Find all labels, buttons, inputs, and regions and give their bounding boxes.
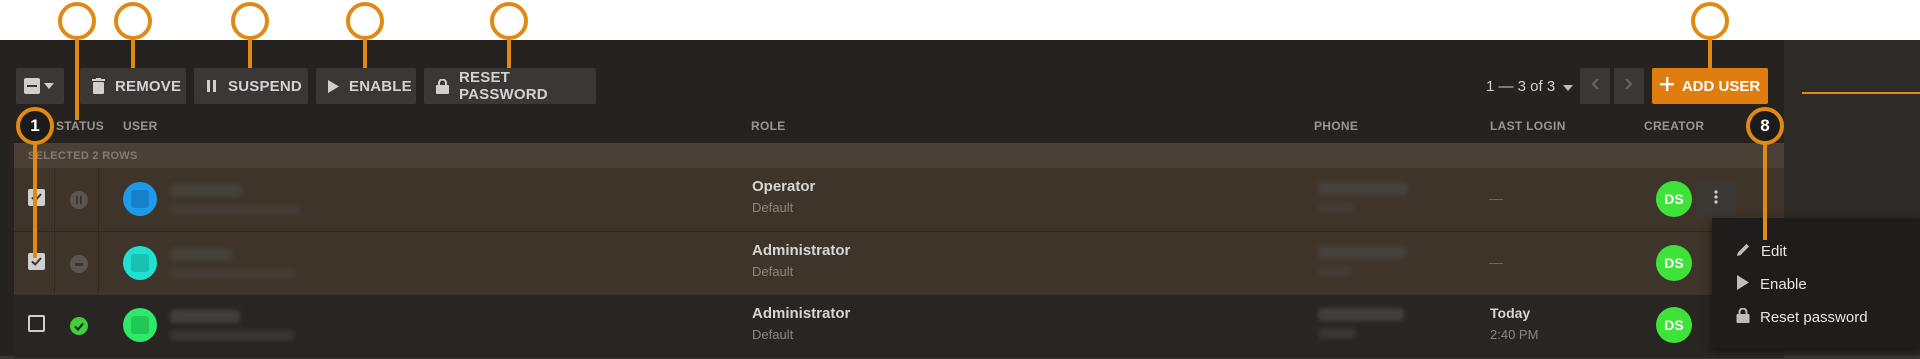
previous-page-button[interactable] (1580, 68, 1610, 104)
role-type: Default (752, 264, 794, 279)
row-actions-button[interactable] (1696, 181, 1736, 217)
remove-label: REMOVE (115, 77, 182, 95)
menu-item-enable[interactable]: Enable (1736, 274, 1807, 294)
pagination-range-dropdown[interactable]: 1 — 3 of 3 (1486, 68, 1574, 104)
callout-ring (58, 2, 96, 40)
pause-icon (206, 80, 218, 92)
active-status-icon (70, 317, 88, 335)
select-all-dropdown[interactable] (16, 68, 64, 104)
redacted-user-name (170, 184, 242, 197)
role-type: Default (752, 327, 794, 342)
redacted-user-email (170, 330, 294, 341)
last-login-date: Today (1490, 305, 1531, 321)
callout-ring (231, 2, 269, 40)
caret-down-icon (1563, 78, 1574, 95)
menu-item-edit[interactable]: Edit (1736, 241, 1787, 261)
add-user-button[interactable]: ADD USER (1652, 68, 1768, 104)
callout-ring (114, 2, 152, 40)
play-icon (328, 79, 339, 93)
creator-avatar: DS (1656, 181, 1692, 217)
selection-summary-bar: SELECTED 2 ROWS (14, 143, 1784, 168)
lock-icon (1736, 307, 1750, 327)
pagination-range: 1 — 3 of 3 (1486, 77, 1556, 95)
pencil-icon (1736, 242, 1751, 261)
menu-item-reset-password[interactable]: Reset password (1736, 307, 1868, 327)
creator-avatar: DS (1656, 307, 1692, 343)
suspend-label: SUSPEND (228, 77, 302, 95)
redacted-user-name (170, 248, 232, 261)
lock-icon (436, 78, 449, 94)
redacted-phone-sub (1318, 328, 1356, 339)
suspended-status-icon (70, 191, 88, 209)
row-context-menu: Edit Enable Reset password (1712, 218, 1920, 348)
trash-icon (92, 78, 105, 94)
avatar (123, 182, 157, 216)
reset-password-label: RESET PASSWORD (459, 69, 548, 103)
remove-button[interactable]: REMOVE (80, 68, 186, 104)
suspend-button[interactable]: SUSPEND (194, 68, 308, 104)
avatar (123, 308, 157, 342)
role-name: Operator (752, 178, 816, 195)
callout-ring (346, 2, 384, 40)
column-header-creator[interactable]: CREATOR (1644, 119, 1704, 133)
last-login-time: 2:40 PM (1490, 327, 1539, 342)
creator-avatar: DS (1656, 245, 1692, 281)
column-header-user[interactable]: USER (123, 119, 158, 133)
table-row[interactable]: Administrator Default Today 2:40 PM DS (14, 295, 1784, 358)
enable-label: ENABLE (349, 77, 412, 95)
chevron-left-icon (1591, 77, 1599, 95)
avatar (123, 246, 157, 280)
menu-item-edit-label: Edit (1761, 242, 1787, 260)
table-row[interactable]: Administrator Default — DS (14, 232, 1784, 295)
column-header-status[interactable]: STATUS (56, 119, 104, 133)
add-user-label: ADD USER (1681, 77, 1761, 95)
redacted-phone (1318, 182, 1408, 195)
table-row[interactable]: Operator Default — DS (14, 168, 1784, 231)
enable-button[interactable]: ENABLE (316, 68, 416, 104)
selection-summary-text: SELECTED 2 ROWS (28, 150, 138, 162)
column-header-role[interactable]: ROLE (751, 119, 786, 133)
last-login: — (1489, 254, 1503, 270)
redacted-phone-sub (1318, 202, 1354, 213)
column-header-last-login[interactable]: LAST LOGIN (1490, 119, 1566, 133)
row-checkbox[interactable] (28, 253, 45, 270)
role-name: Administrator (752, 242, 851, 259)
check-icon (31, 193, 42, 202)
role-type: Default (752, 200, 794, 215)
row-checkbox[interactable] (28, 189, 45, 206)
redacted-user-email (170, 268, 296, 279)
menu-item-reset-password-label: Reset password (1760, 308, 1868, 326)
redacted-phone (1318, 308, 1404, 321)
menu-item-enable-label: Enable (1760, 275, 1807, 293)
more-vertical-icon (1714, 189, 1718, 209)
row-checkbox[interactable] (28, 315, 45, 332)
redacted-phone-sub (1318, 266, 1352, 277)
plus-icon (1659, 77, 1674, 95)
redacted-user-name (170, 310, 240, 323)
callout-ring (1691, 2, 1729, 40)
last-login: — (1489, 190, 1503, 206)
check-icon (31, 257, 42, 266)
chevron-right-icon (1625, 77, 1633, 95)
indeterminate-checkbox-icon (24, 78, 40, 94)
reset-password-button[interactable]: RESET PASSWORD (424, 68, 596, 104)
next-page-button[interactable] (1614, 68, 1644, 104)
role-name: Administrator (752, 305, 851, 322)
disabled-status-icon (70, 255, 88, 273)
redacted-phone (1318, 246, 1406, 259)
callout-ring (490, 2, 528, 40)
column-separator (54, 168, 55, 294)
play-icon (1736, 274, 1750, 294)
redacted-user-email (170, 204, 300, 215)
column-header-phone[interactable]: PHONE (1314, 119, 1358, 133)
caret-down-icon (44, 83, 54, 89)
column-separator (98, 168, 99, 294)
